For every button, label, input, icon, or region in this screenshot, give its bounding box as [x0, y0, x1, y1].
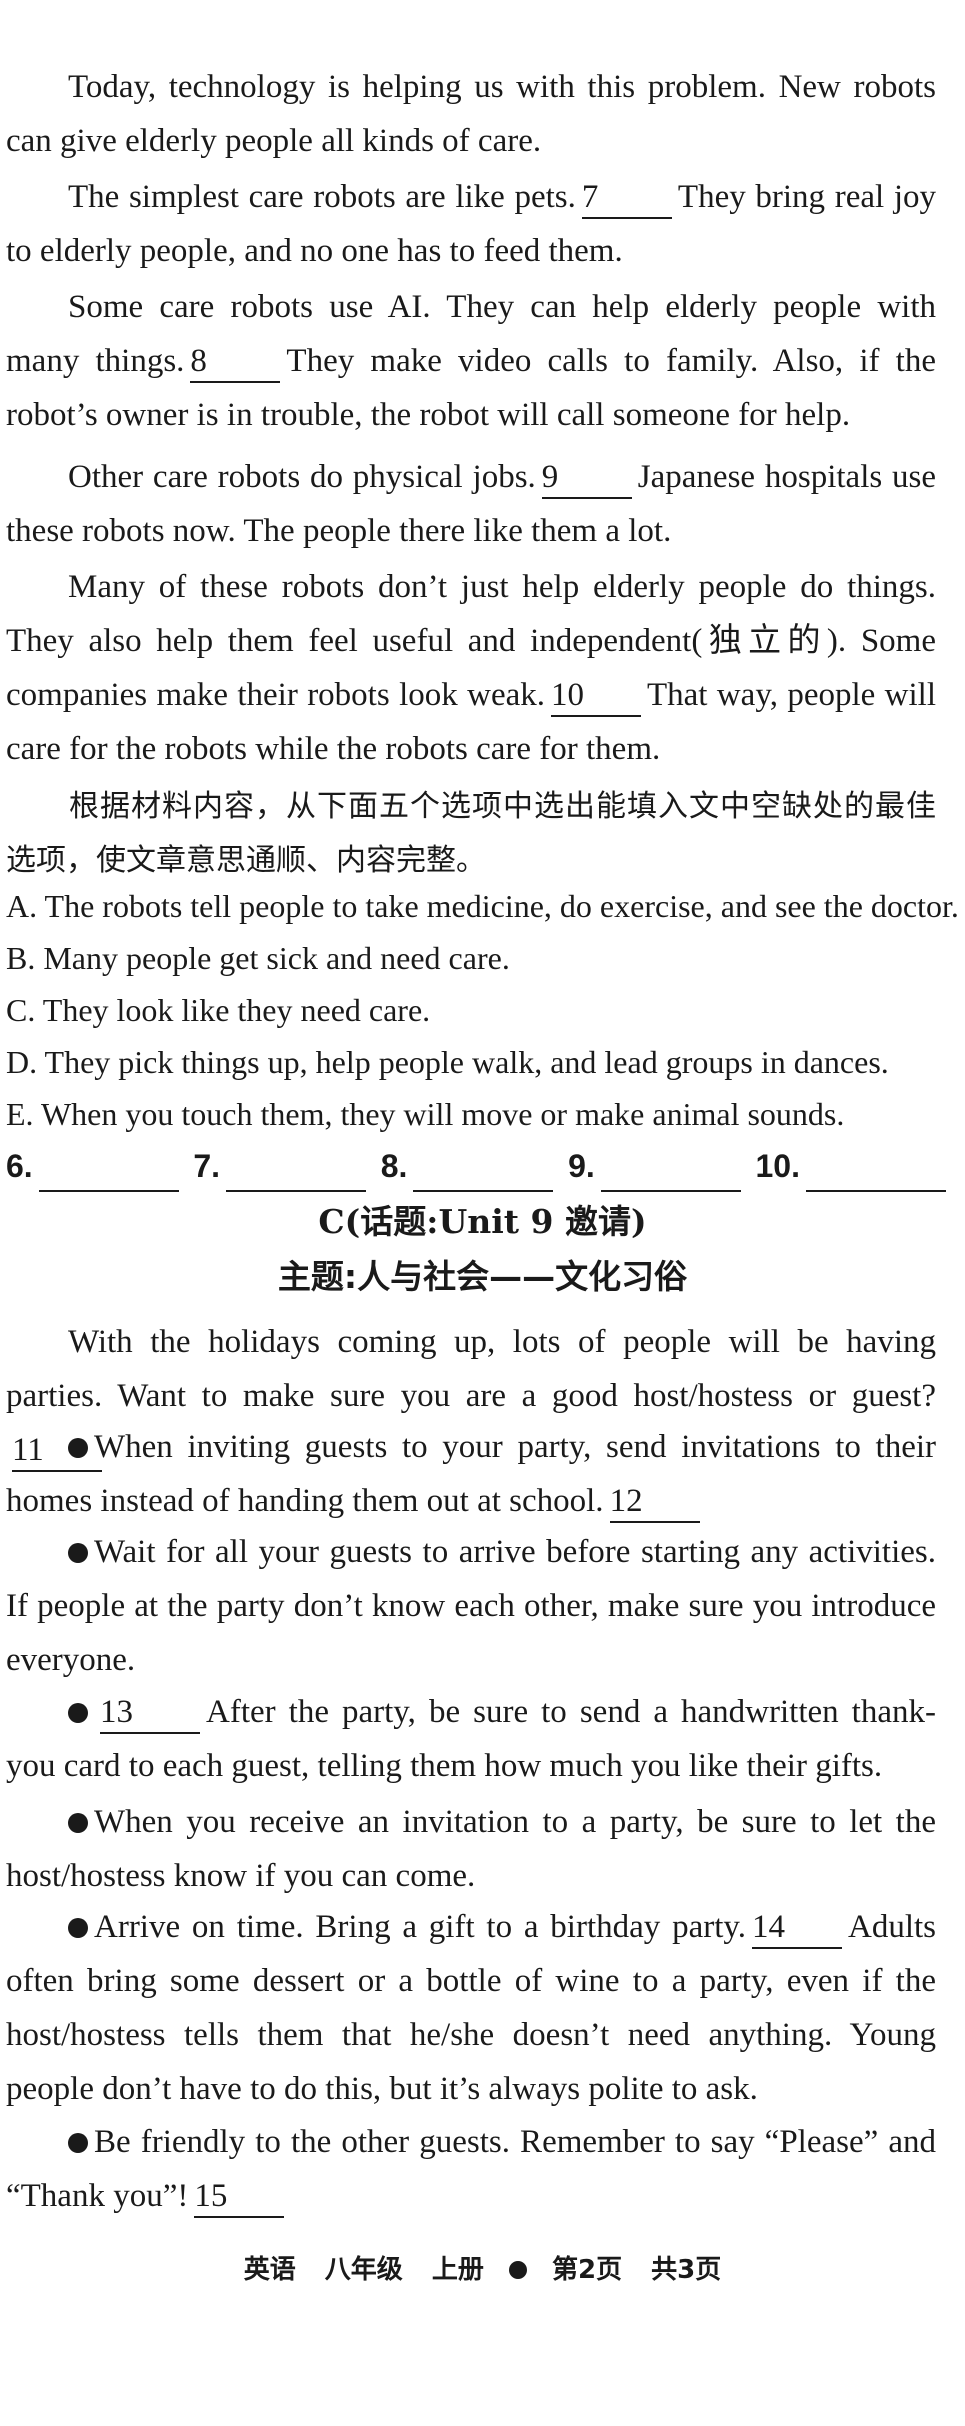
- c-paragraph-7: Be friendly to the other guests. Remembe…: [6, 2115, 936, 2223]
- paragraph-2: The simplest care robots are like pets. 7…: [6, 170, 936, 278]
- option-d: D. They pick things up, help people walk…: [6, 1044, 889, 1080]
- answer-line[interactable]: [226, 1152, 367, 1192]
- paragraph-text: Wait for all your guests to arrive befor…: [6, 1534, 936, 1678]
- bullet-icon: [68, 2133, 88, 2153]
- c-paragraph-5: When you receive an invitation to a part…: [6, 1795, 936, 1903]
- blank-7[interactable]: 7: [581, 177, 672, 219]
- bullet-icon: [68, 1543, 88, 1563]
- paragraph-text: Be friendly to the other guests. Remembe…: [6, 2124, 936, 2214]
- blank-10[interactable]: 10: [551, 675, 641, 717]
- answer-label: 6.: [6, 1148, 33, 1184]
- blank-14[interactable]: 14: [751, 1907, 842, 1949]
- option-b: B. Many people get sick and need care.: [6, 940, 510, 976]
- footer-page: 第2页: [552, 2255, 623, 2285]
- bullet-icon: [68, 1703, 88, 1723]
- c-paragraph-3: Wait for all your guests to arrive befor…: [6, 1525, 936, 1687]
- answer-label: 9.: [568, 1148, 595, 1184]
- paragraph-3: Some care robots use AI. They can help e…: [6, 280, 936, 442]
- paragraph-5: Many of these robots don’t just help eld…: [6, 560, 936, 776]
- blank-12[interactable]: 12: [609, 1481, 700, 1523]
- answer-slot-10[interactable]: 10.: [756, 1140, 946, 1192]
- bullet-icon: [68, 1918, 88, 1938]
- paragraph-text: When you receive an invitation to a part…: [6, 1804, 936, 1894]
- footer-total: 共3页: [651, 2255, 722, 2285]
- answer-label: 8.: [380, 1148, 408, 1184]
- bullet-icon: [68, 1438, 88, 1458]
- answer-slot-7[interactable]: 7.: [193, 1140, 367, 1192]
- c-paragraph-2: When inviting guests to your party, send…: [6, 1420, 936, 1528]
- c-paragraph-6: Arrive on time. Bring a gift to a birthd…: [6, 1900, 936, 2116]
- paragraph-4: Other care robots do physical jobs. 9 Japa…: [6, 450, 936, 558]
- answer-slot-8[interactable]: 8.: [381, 1140, 554, 1192]
- paragraph-text: Arrive on time. Bring a gift to a birthd…: [94, 1909, 746, 1945]
- section-c-theme: 主题:人与社会——文化习俗: [277, 1257, 688, 1296]
- blank-15[interactable]: 15: [194, 2176, 285, 2218]
- paragraph-text: With the holidays coming up, lots of peo…: [6, 1324, 936, 1414]
- footer-subject: 英语: [243, 2255, 296, 2285]
- blank-8[interactable]: 8: [190, 341, 281, 383]
- blank-9[interactable]: 9: [541, 457, 632, 499]
- answer-line[interactable]: [600, 1152, 741, 1192]
- blank-13[interactable]: 13: [100, 1692, 200, 1734]
- option-c: C. They look like they need care.: [6, 992, 431, 1028]
- c-paragraph-4: 13 After the party, be sure to send a han…: [6, 1685, 936, 1793]
- instruction-content: 根据材料内容，从下面五个选项中选出能填入文中空缺处的最佳选项，使文章意思通顺、内…: [6, 789, 936, 878]
- instruction-text: 根据材料内容，从下面五个选项中选出能填入文中空缺处的最佳选项，使文章意思通顺、内…: [6, 780, 936, 888]
- option-a: A. The robots tell people to take medici…: [6, 888, 959, 924]
- answer-label: 7.: [193, 1148, 221, 1184]
- paragraph-text: Today, technology is helping us with thi…: [6, 69, 936, 159]
- answer-label: 10.: [755, 1148, 800, 1184]
- answer-line[interactable]: [413, 1152, 554, 1192]
- paragraph-text: Other care robots do physical jobs.: [68, 459, 536, 495]
- paragraph-text: The simplest care robots are like pets.: [68, 179, 576, 215]
- page-footer: 英语 八年级 上册 第2页 共3页: [0, 2250, 965, 2290]
- bullet-icon: [68, 1813, 88, 1833]
- footer-grade: 八年级: [324, 2255, 403, 2285]
- exam-page: Today, technology is helping us with thi…: [0, 0, 965, 2426]
- answer-row: 6. 7. 8. 9. 10.: [6, 1140, 946, 1192]
- option-e: E. When you touch them, they will move o…: [6, 1096, 845, 1132]
- answer-line[interactable]: [805, 1152, 946, 1192]
- answer-slot-6[interactable]: 6.: [6, 1140, 179, 1192]
- section-c-title: C(话题:Unit 9 邀请): [318, 1202, 647, 1241]
- paragraph-1: Today, technology is helping us with thi…: [6, 60, 936, 168]
- answer-line[interactable]: [38, 1152, 179, 1192]
- footer-dot-icon: [508, 2261, 527, 2279]
- footer-volume: 上册: [431, 2255, 484, 2285]
- paragraph-text: When inviting guests to your party, send…: [6, 1429, 936, 1519]
- answer-slot-9[interactable]: 9.: [568, 1140, 741, 1192]
